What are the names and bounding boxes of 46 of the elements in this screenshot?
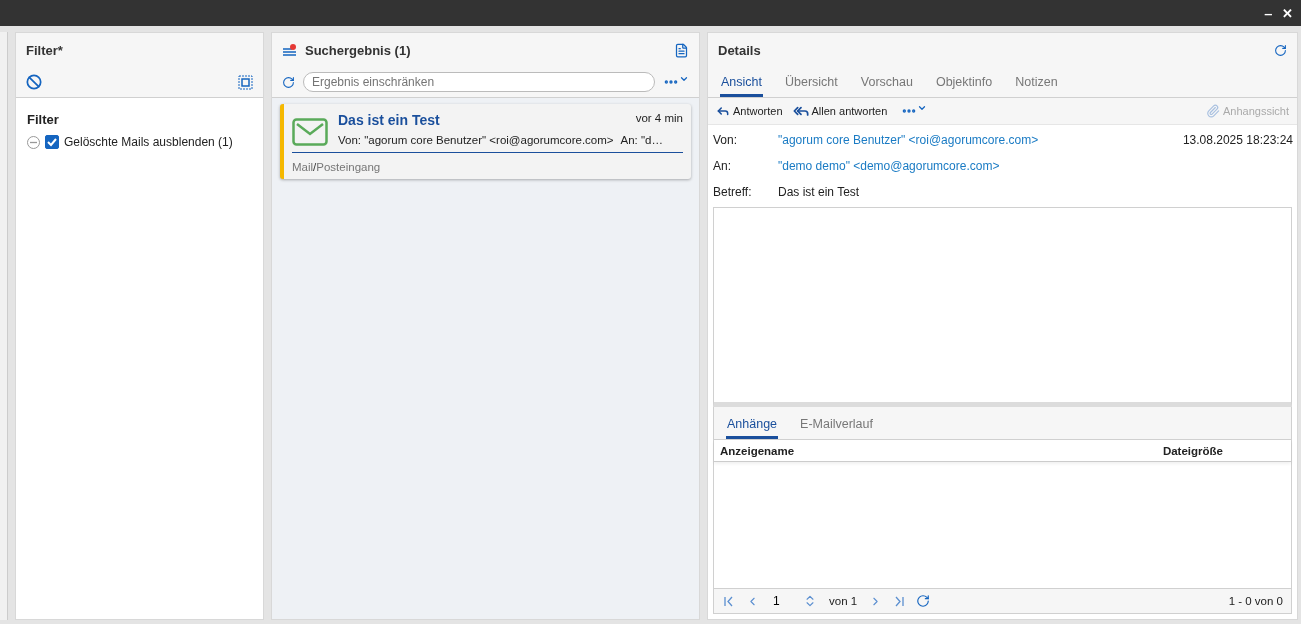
column-header[interactable]: Dateigröße — [1162, 445, 1223, 457]
paperclip-icon — [1205, 104, 1220, 118]
folder-label: Posteingang — [316, 161, 381, 173]
address-link[interactable]: "agorum core Benutzer" <roi@agorumcore.com> — [778, 133, 1183, 147]
result-time: vor 4 min — [635, 112, 683, 126]
first-page-icon[interactable] — [724, 595, 734, 607]
field-label: Von: — [713, 133, 739, 147]
refresh-icon[interactable] — [282, 75, 295, 89]
reply-all-button[interactable]: Allen antworten — [792, 103, 888, 119]
panel-title: Filter* — [26, 42, 64, 58]
panel-title: Suchergebnis (1) — [305, 42, 412, 58]
path-separator: / — [313, 161, 317, 173]
list-icon[interactable] — [282, 43, 297, 57]
address-link[interactable]: "demo demo" <demo@agorumcore.com> — [778, 159, 1183, 173]
page-field[interactable]: 1 — [771, 593, 791, 609]
tab[interactable]: Vorschau — [859, 69, 914, 97]
date-text: 13.08.2025 18:23:24 — [1182, 133, 1293, 147]
field-value: Das ist ein Test — [778, 185, 861, 199]
pager-summary: 1 - 0 von 0 — [1228, 595, 1283, 607]
field-label: An: — [713, 159, 732, 173]
tab[interactable]: Übersicht — [784, 69, 839, 97]
document-icon[interactable] — [674, 42, 689, 58]
result-to: An: "d… — [620, 134, 663, 146]
filter-label: Gelöschte Mails ausblenden (1) — [64, 135, 233, 149]
section-title: Filter — [26, 111, 60, 129]
last-page-icon[interactable] — [894, 595, 905, 607]
tab[interactable]: Objektinfo — [934, 69, 994, 97]
field-label: Betreff: — [713, 185, 753, 199]
refresh-icon[interactable] — [1274, 43, 1287, 57]
checkbox[interactable] — [45, 135, 59, 149]
tab[interactable]: Anhänge — [726, 411, 779, 439]
search-field[interactable]: Ergebnis einschränken — [303, 72, 655, 92]
panel-title: Details — [718, 42, 762, 58]
result-from: Von: "agorum core Benutzer" <roi@agorumcore.com> — [338, 134, 614, 146]
page-count: von 1 — [829, 595, 858, 607]
clear-filter-icon[interactable] — [26, 74, 42, 90]
tab[interactable]: Notizen — [1014, 69, 1059, 97]
refresh-icon[interactable] — [916, 594, 931, 608]
tab[interactable]: E-Mailverlauf — [799, 411, 874, 439]
result-title: Das ist ein Test — [338, 112, 441, 128]
column-header[interactable]: Anzeigename — [720, 445, 795, 457]
reply-icon — [716, 104, 730, 118]
reply-button[interactable]: Antworten — [716, 104, 783, 118]
minimize-button[interactable]: ‒ — [1264, 5, 1272, 21]
close-button[interactable]: ✕ — [1282, 5, 1293, 21]
result-card[interactable]: Das ist ein Test vor 4 min Von: "agorum core Benutzer" <roi@agorumcore.com> An: "d… Mail/Posteingang — [280, 104, 691, 179]
